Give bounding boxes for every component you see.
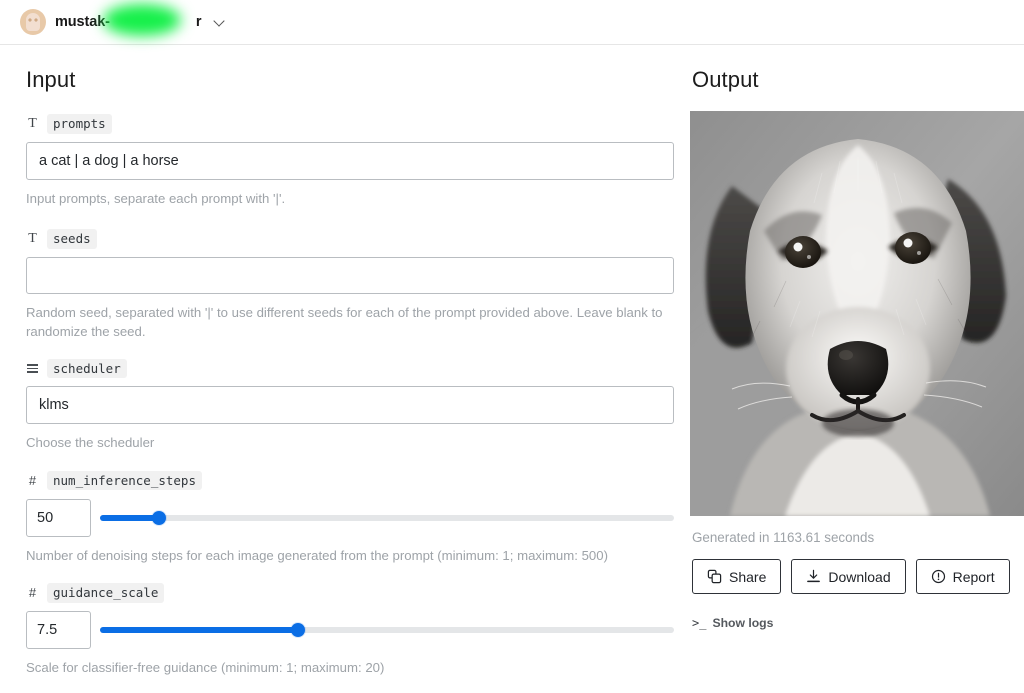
field-label-row: # num_inference_steps	[26, 470, 690, 491]
download-label: Download	[828, 568, 891, 585]
terminal-prompt-icon: >_	[692, 616, 707, 630]
seeds-input[interactable]	[26, 257, 674, 295]
num-inference-steps-slider[interactable]	[100, 510, 674, 526]
username-text: mustak-	[55, 14, 110, 30]
main-content: Input T prompts a cat | a dog | a horse …	[0, 45, 1024, 693]
report-label: Report	[952, 568, 995, 585]
num-inference-steps-row: 50	[26, 498, 690, 537]
seeds-help: Random seed, separated with '|' to use d…	[26, 305, 663, 340]
share-label: Share	[729, 568, 767, 585]
chevron-down-icon[interactable]	[214, 16, 226, 28]
copy-icon	[707, 569, 722, 584]
guidance-scale-row: 7.5	[26, 610, 690, 649]
number-type-icon: #	[28, 585, 37, 601]
field-key-prompts: prompts	[47, 114, 112, 134]
download-icon	[807, 569, 821, 583]
enum-type-icon	[26, 364, 39, 373]
guidance-scale-help: Scale for classifier-free guidance (mini…	[26, 659, 385, 675]
field-key-scheduler: scheduler	[47, 358, 127, 379]
guidance-scale-slider[interactable]	[100, 622, 674, 638]
show-logs-button[interactable]: >_ Show logs	[692, 616, 1024, 630]
generation-time-label: Generated in 1163.61 seconds	[692, 530, 875, 545]
slider-fill	[100, 626, 299, 633]
app-root: mustak-r Input T prompts a cat | a dog |…	[0, 0, 1024, 693]
field-prompts: T prompts a cat | a dog | a horse Input …	[26, 114, 690, 208]
num-inference-steps-help: Number of denoising steps for each image…	[26, 547, 608, 563]
scheduler-help: Choose the scheduler	[26, 435, 155, 451]
top-header: mustak-r	[0, 0, 1024, 45]
field-key-num-inference-steps: num_inference_steps	[47, 470, 202, 491]
avatar	[20, 9, 46, 35]
exclamation-circle-icon	[931, 569, 945, 584]
show-logs-label: Show logs	[712, 616, 774, 630]
field-label-row: scheduler	[26, 358, 690, 379]
input-title: Input	[26, 67, 76, 92]
scheduler-select[interactable]: klms	[26, 386, 674, 425]
field-num-inference-steps: # num_inference_steps 50 Number of denoi…	[26, 470, 690, 565]
account-menu-button[interactable]: mustak-r	[20, 4, 226, 36]
report-button[interactable]: Report	[915, 559, 1010, 594]
dog-portrait-image	[690, 111, 1024, 516]
field-guidance-scale: # guidance_scale 7.5 Scale for classifie…	[26, 582, 690, 677]
field-label-row: T prompts	[26, 114, 690, 134]
number-type-icon: #	[28, 473, 37, 489]
field-label-row: # guidance_scale	[26, 582, 690, 603]
guidance-scale-input[interactable]: 7.5	[26, 610, 91, 649]
download-button[interactable]: Download	[791, 559, 906, 594]
slider-thumb[interactable]	[152, 510, 167, 525]
num-inference-steps-input[interactable]: 50	[26, 498, 91, 537]
input-panel: Input T prompts a cat | a dog | a horse …	[0, 45, 690, 693]
field-scheduler: scheduler klms Choose the scheduler	[26, 358, 690, 452]
prompts-help: Input prompts, separate each prompt with…	[26, 191, 286, 206]
field-key-guidance-scale: guidance_scale	[47, 582, 165, 603]
field-seeds: T seeds Random seed, separated with '|' …	[26, 229, 690, 341]
username-label: mustak-r	[55, 4, 202, 36]
output-title: Output	[692, 67, 759, 92]
share-button[interactable]: Share	[692, 559, 782, 594]
prompts-input[interactable]: a cat | a dog | a horse	[26, 142, 674, 180]
field-label-row: T seeds	[26, 229, 690, 249]
slider-thumb[interactable]	[291, 622, 306, 637]
output-image	[690, 111, 1024, 516]
output-panel: Output Generated in 1163.61 seconds Shar…	[690, 45, 1024, 693]
username-suffix: r	[195, 14, 202, 30]
output-actions: Share Download Report	[692, 559, 1024, 594]
text-type-icon: T	[28, 231, 37, 247]
slider-track	[100, 514, 674, 521]
text-type-icon: T	[28, 116, 37, 131]
field-key-seeds: seeds	[47, 229, 97, 249]
slider-fill	[100, 514, 160, 521]
